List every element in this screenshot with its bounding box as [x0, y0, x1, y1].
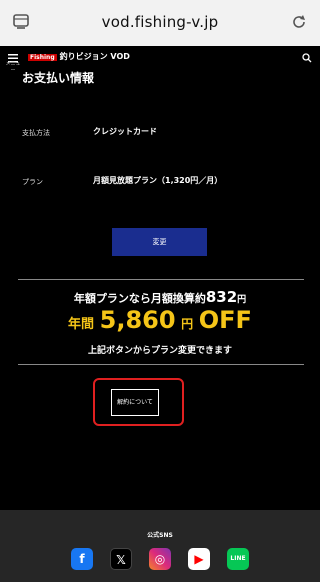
page-title: お支払い情報: [22, 71, 95, 85]
logo-text: 釣りビジョン VOD: [59, 52, 130, 61]
payment-method-value: クレジットカード: [93, 127, 157, 136]
promo-monthly-yen: 円: [237, 295, 247, 305]
search-button[interactable]: [300, 48, 314, 66]
site-header: メニュー Fishing 釣りビジョン VOD: [0, 46, 320, 74]
url-text[interactable]: vod.fishing-v.jp: [0, 13, 320, 31]
payment-method-label: 支払方法: [22, 129, 50, 137]
change-plan-button[interactable]: 変更: [112, 228, 207, 256]
menu-button[interactable]: メニュー: [4, 48, 22, 74]
search-icon: [302, 53, 312, 63]
promo-annual-saving: 年間 5,860 円 OFF: [0, 306, 320, 334]
promo-annual-amount: 5,860: [99, 306, 176, 334]
cancellation-info-button[interactable]: 解約について: [111, 389, 159, 416]
promo-off: OFF: [198, 306, 252, 334]
menu-label: メニュー: [5, 61, 21, 74]
sns-title: 公式SNS: [147, 532, 173, 539]
divider-top: [18, 279, 304, 280]
promo-note: 上記ボタンからプラン変更できます: [87, 346, 232, 356]
promo-monthly-line: 年額プランなら月額換算約832円: [0, 288, 320, 306]
facebook-icon[interactable]: f: [71, 548, 93, 570]
plan-label: プラン: [22, 178, 43, 186]
line-icon[interactable]: LINE: [227, 548, 249, 570]
promo-annual-yen: 円: [181, 317, 194, 331]
logo-mark: Fishing: [28, 54, 57, 61]
x-icon[interactable]: 𝕏: [110, 548, 132, 570]
promo-annual-prefix: 年間: [68, 317, 95, 332]
reload-icon[interactable]: [290, 13, 308, 31]
plan-value: 月額見放題プラン（1,320円／月）: [93, 176, 223, 185]
instagram-icon[interactable]: ◎: [149, 548, 171, 570]
promo-monthly-amount: 832: [205, 288, 238, 306]
footer: 公式SNS f 𝕏 ◎ ▶ LINE: [0, 510, 320, 582]
divider-bottom: [18, 364, 304, 365]
youtube-icon[interactable]: ▶: [188, 548, 210, 570]
site-logo[interactable]: Fishing 釣りビジョン VOD: [28, 51, 130, 62]
promo-monthly-prefix: 年額プランなら月額換算約: [73, 292, 206, 305]
browser-url-bar: vod.fishing-v.jp: [0, 0, 320, 46]
